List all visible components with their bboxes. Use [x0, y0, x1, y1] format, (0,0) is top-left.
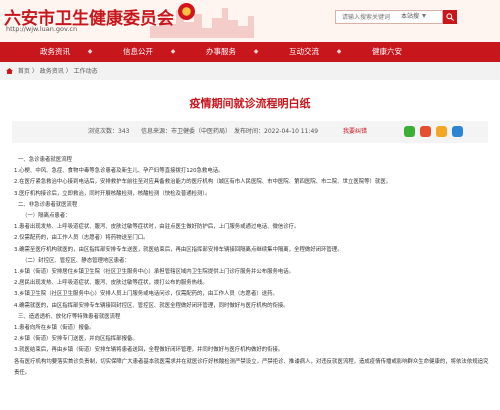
- breadcrumb-separator: 〉: [65, 68, 72, 75]
- breadcrumb: 首页 〉 政务资讯 〉 工作动态: [6, 66, 98, 76]
- chevron-down-icon: [422, 14, 426, 18]
- article-paragraph: 4.确需就医的，由区指挥部安排专车辆接回封控区、管控区、就医全程做好闭环管理，同…: [14, 302, 289, 309]
- article-paragraph: 1.心梗、中风、急症、食物中毒等急诊患者及新生儿、孕产妇等直接拨打120急救电话…: [14, 168, 224, 175]
- article-paragraph: 3.乡镇卫生院（社区卫生服务中心）安排人员上门服务或电话问诊，仅需配药的，由工作…: [14, 291, 278, 298]
- search-icon: [446, 13, 454, 21]
- article-paragraph: 3.就医结束后，再由乡镇（街道）安排车辆将患者送回，全程做好闭环管理，并同时做好…: [14, 347, 284, 354]
- article-panel: 疫情期间就诊流程明白纸 浏览次数：343 信息来源：市卫健委（中医药局） 发布时…: [0, 80, 500, 410]
- home-icon: [6, 68, 13, 74]
- weibo-share-icon[interactable]: [420, 126, 431, 137]
- national-emblem-icon: [178, 3, 195, 20]
- main-nav: 政务资讯 ◆ 信息公开 ◆ 办事服务 ◆ 互动交流 ◆ 健康六安: [0, 42, 500, 62]
- article-paragraph: 3.确需至医疗机构就医的，由区指挥部安排专车送医，就医结束后，再由区指挥部安排车…: [14, 246, 343, 253]
- article-paragraph: 二、非急诊患者就医流程: [18, 201, 78, 208]
- qzone-share-icon[interactable]: [436, 126, 447, 137]
- breadcrumb-news[interactable]: 政务资讯: [40, 68, 64, 75]
- nav-separator: ◆: [253, 48, 259, 55]
- nav-item-services[interactable]: 办事服务: [186, 42, 256, 62]
- article-paragraph: 1.患者出现发热、上呼吸道症状、腹泻、皮肤过敏等症状时，由驻点医生做好防护后，上…: [14, 224, 300, 231]
- article-paragraph: （一）隔离点患者：: [22, 213, 71, 220]
- breadcrumb-home[interactable]: 首页: [18, 68, 30, 75]
- article-paragraph: 一、急诊患者就医流程: [18, 157, 72, 163]
- article-paragraph: 2.仅需配药的，由工作人员（志愿者）将药物送至门口。: [14, 235, 149, 242]
- report-error-link[interactable]: 我要纠错: [343, 121, 367, 143]
- article-paragraph: 2.乡镇（街道）安排专门送医，并向区指挥部报备。: [14, 336, 138, 343]
- article-paragraph: 1.患者向所在乡镇（街道）报备。: [14, 325, 95, 332]
- article-paragraph: 3.医疗机构接诊后，立即救治，同时开展核酸检测，核酸检测（快检及普通检测）。: [14, 190, 211, 197]
- article-source: 信息来源：市卫健委（中医药局）: [141, 128, 232, 135]
- nav-separator: ◆: [336, 48, 342, 55]
- nav-item-interaction[interactable]: 互动交流: [269, 42, 339, 62]
- nav-separator: ◆: [87, 48, 93, 55]
- article-paragraph: 三、造透透析、放化疗等特殊患者就医流程: [18, 313, 121, 320]
- article-paragraph: 2.居民出现发热、上呼吸道症状、腹泻、皮肤过敏等症状，拨打公布的服务热线。: [14, 280, 208, 287]
- article-meta-bar: 浏览次数：343 信息来源：市卫健委（中医药局） 发布时间：2022-04-10…: [12, 121, 488, 143]
- breadcrumb-work-updates[interactable]: 工作动态: [74, 68, 98, 75]
- nav-item-news[interactable]: 政务资讯: [20, 42, 90, 62]
- article-title: 疫情期间就诊流程明白纸: [189, 97, 311, 110]
- publish-time: 发布时间：2022-04-10 11:49: [234, 128, 319, 135]
- wechat-share-icon[interactable]: [404, 126, 415, 137]
- article-paragraph: 各有医疗机构均要落实首诊负责制，切实保障广大患者基本就医需求并在就医诊疗好核酸检…: [14, 358, 489, 376]
- article-paragraph: 2.在医疗紧急救治中心接到电话后，安排救护车前往至对应具备救治能力的医疗机构（城…: [14, 179, 392, 186]
- nav-item-health-luan[interactable]: 健康六安: [352, 42, 422, 62]
- qq-share-icon[interactable]: [452, 126, 463, 137]
- search-button[interactable]: [443, 10, 457, 24]
- site-url: http://wjw.luan.gov.cn: [6, 25, 78, 33]
- site-header: 六安市卫生健康委员会 http://wjw.luan.gov.cn 本站搜: [0, 0, 500, 42]
- view-count: 浏览次数：343: [88, 128, 130, 135]
- article-body: 一、急诊患者就医流程 1.心梗、中风、急症、食物中毒等急诊患者及新生儿、孕产妇等直…: [14, 155, 490, 379]
- article-paragraph: 1.乡镇（街道）安排居住乡镇卫生院（社区卫生服务中心）承担管辖区域内卫生院提供上…: [14, 269, 295, 276]
- article-paragraph: （二）封控区、管控区、静态管理地区患者：: [22, 257, 130, 264]
- nav-separator: ◆: [170, 48, 176, 55]
- breadcrumb-separator: 〉: [31, 68, 38, 75]
- nav-item-disclosure[interactable]: 信息公开: [103, 42, 173, 62]
